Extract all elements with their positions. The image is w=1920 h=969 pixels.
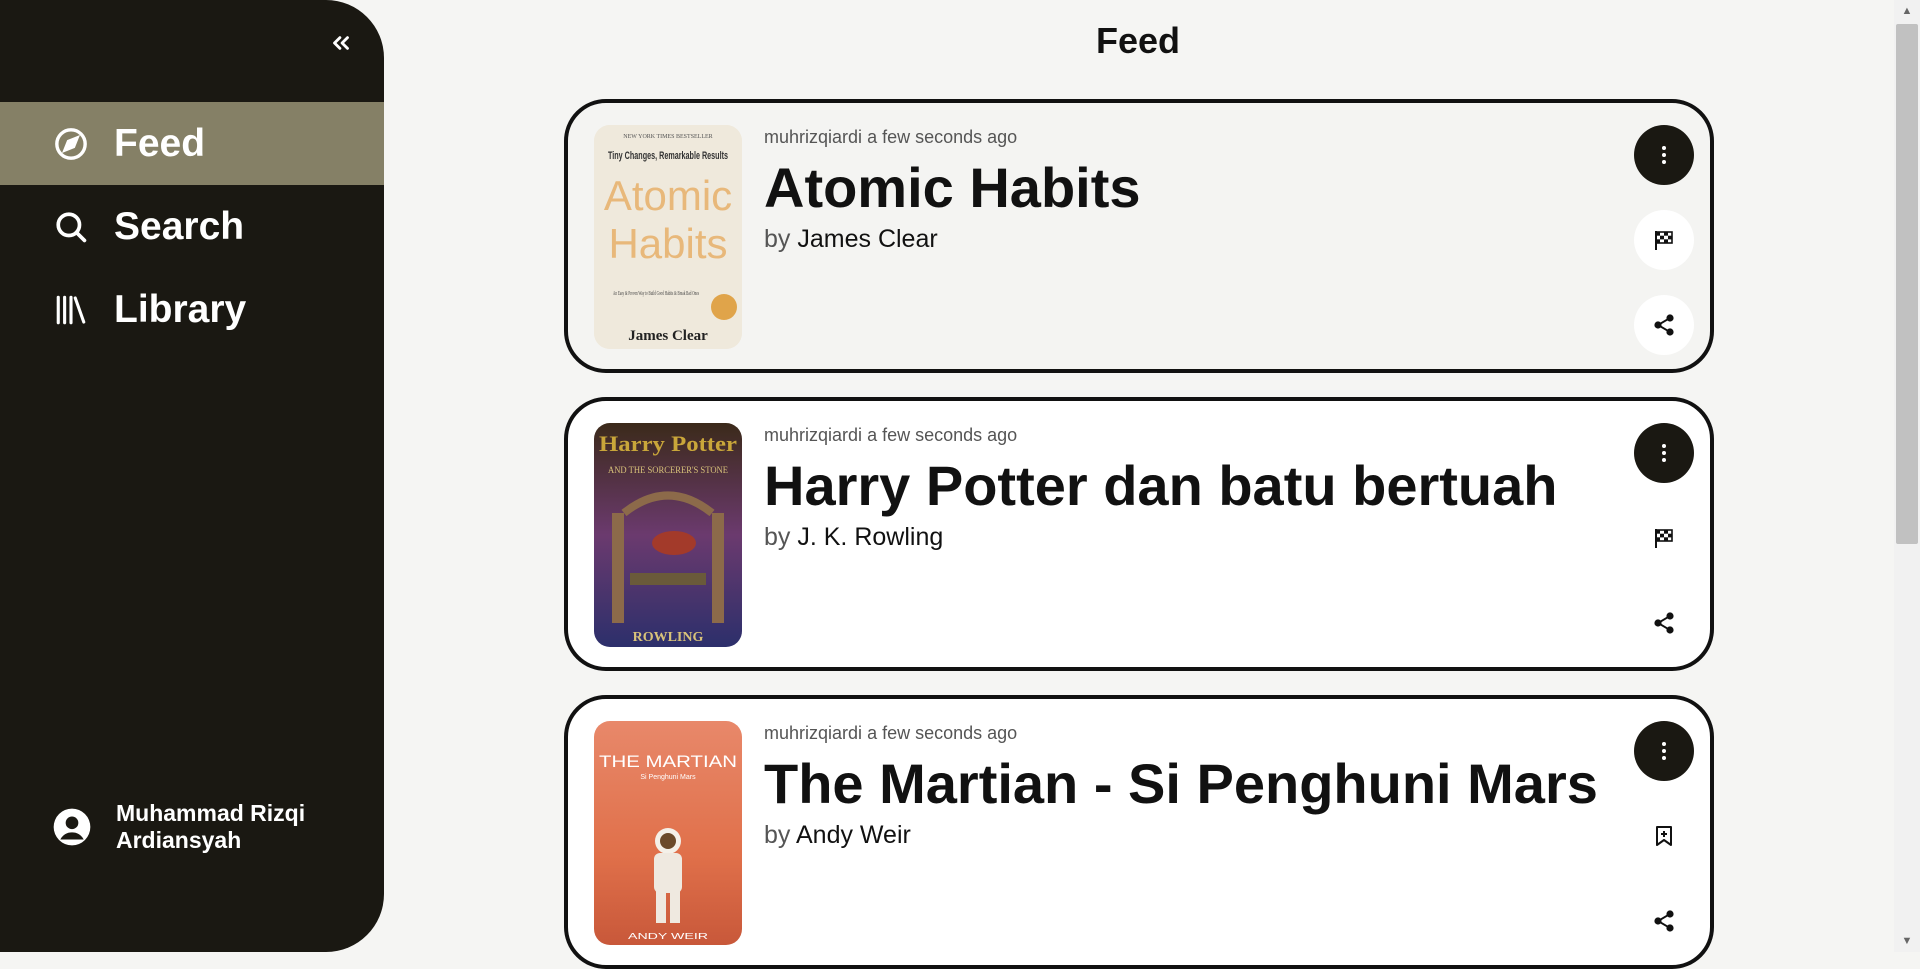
book-title[interactable]: Atomic Habits [764, 155, 1141, 220]
post-username[interactable]: muhrizqiardi [764, 127, 862, 147]
checkered-flag-icon [1655, 231, 1673, 250]
user-profile[interactable]: Muhammad Rizqi Ardiansyah [52, 800, 336, 854]
checkered-flag-icon [1655, 529, 1673, 548]
book-cover[interactable]: NEW YORK TIMES BESTSELLER Tiny Changes, … [594, 125, 742, 349]
post-time: a few seconds ago [867, 127, 1018, 147]
book-card[interactable]: NEW YORK TIMES BESTSELLER Tiny Changes, … [564, 99, 1714, 373]
scrollbar-thumb[interactable] [1896, 24, 1918, 544]
cover-subtitle: AND THE SORCERER'S STONE [608, 465, 728, 475]
book-cover[interactable]: Harry Potter AND THE SORCERER'S STONE RO… [594, 423, 742, 647]
cover-author: James Clear [628, 328, 708, 344]
author-name[interactable]: James Clear [797, 225, 937, 253]
more-options-button[interactable] [1634, 423, 1694, 483]
cover-blurb: An Easy & Proven Way to Build Good Habit… [613, 291, 699, 297]
more-options-button[interactable] [1634, 125, 1694, 185]
book-card[interactable]: THE MARTIAN Si Penghuni Mars ANDY WEIR m… [564, 695, 1714, 969]
cover-title: Harry Potter [599, 431, 737, 456]
post-time: a few seconds ago [867, 425, 1018, 445]
share-icon [1654, 314, 1674, 336]
sidebar-item-search[interactable]: Search [0, 185, 384, 268]
post-meta: muhrizqiardi a few seconds ago [764, 127, 1017, 148]
book-card[interactable]: Harry Potter AND THE SORCERER'S STONE RO… [564, 397, 1714, 671]
sidebar-item-label: Feed [114, 121, 206, 165]
library-icon [54, 293, 88, 327]
vertical-scrollbar[interactable]: ▲ ▼ [1894, 0, 1920, 952]
book-cover[interactable]: THE MARTIAN Si Penghuni Mars ANDY WEIR [594, 721, 742, 945]
author-name[interactable]: J. K. Rowling [797, 523, 943, 551]
by-label: by [764, 523, 791, 551]
cover-tag: NEW YORK TIMES BESTSELLER [623, 134, 712, 140]
share-icon [1654, 910, 1674, 932]
collapse-sidebar-button[interactable] [324, 26, 358, 60]
bookmark-add-icon [1656, 826, 1672, 846]
reading-status-button[interactable] [1634, 210, 1694, 270]
scroll-up-icon[interactable]: ▲ [1900, 4, 1914, 18]
by-label: by [764, 821, 791, 849]
sidebar-item-label: Search [114, 204, 245, 248]
author-name[interactable]: Andy Weir [796, 821, 911, 849]
post-meta: muhrizqiardi a few seconds ago [764, 425, 1017, 446]
double-chevron-left-icon [333, 36, 349, 50]
search-icon [54, 210, 88, 244]
page-title: Feed [1096, 20, 1181, 61]
more-vertical-icon [1662, 742, 1666, 760]
more-vertical-icon [1662, 146, 1666, 164]
book-title[interactable]: The Martian - Si Penghuni Mars [764, 751, 1598, 816]
book-author: by J. K. Rowling [764, 523, 943, 552]
post-meta: muhrizqiardi a few seconds ago [764, 723, 1017, 744]
book-author: by James Clear [764, 225, 938, 254]
book-title[interactable]: Harry Potter dan batu bertuah [764, 453, 1557, 518]
scroll-down-icon[interactable]: ▼ [1900, 934, 1914, 948]
compass-icon [54, 127, 88, 161]
user-name: Muhammad Rizqi Ardiansyah [116, 800, 306, 853]
cover-subtitle: Tiny Changes, Remarkable Results [608, 150, 728, 162]
sidebar: Feed Search Library Muhammad Rizqi Ardia… [0, 0, 384, 952]
post-username[interactable]: muhrizqiardi [764, 723, 862, 743]
sidebar-item-label: Library [114, 287, 247, 331]
post-username[interactable]: muhrizqiardi [764, 425, 862, 445]
cover-subtitle: Si Penghuni Mars [640, 774, 696, 781]
user-avatar-icon [53, 808, 91, 846]
share-button[interactable] [1634, 593, 1694, 653]
share-icon [1654, 612, 1674, 634]
more-vertical-icon [1662, 444, 1666, 462]
by-label: by [764, 225, 791, 253]
sidebar-item-library[interactable]: Library [0, 268, 384, 351]
sidebar-item-feed[interactable]: Feed [0, 102, 384, 185]
cover-title-line-1: Atomic [604, 172, 732, 219]
share-button[interactable] [1634, 891, 1694, 951]
add-to-library-button[interactable] [1634, 806, 1694, 866]
reading-status-button[interactable] [1634, 508, 1694, 568]
cover-author: ROWLING [633, 630, 704, 645]
book-author: by Andy Weir [764, 821, 911, 850]
post-time: a few seconds ago [867, 723, 1018, 743]
cover-title-line-2: Habits [608, 220, 727, 267]
cover-title: THE MARTIAN [599, 752, 737, 771]
more-options-button[interactable] [1634, 721, 1694, 781]
share-button[interactable] [1634, 295, 1694, 355]
cover-author: ANDY WEIR [628, 932, 708, 941]
